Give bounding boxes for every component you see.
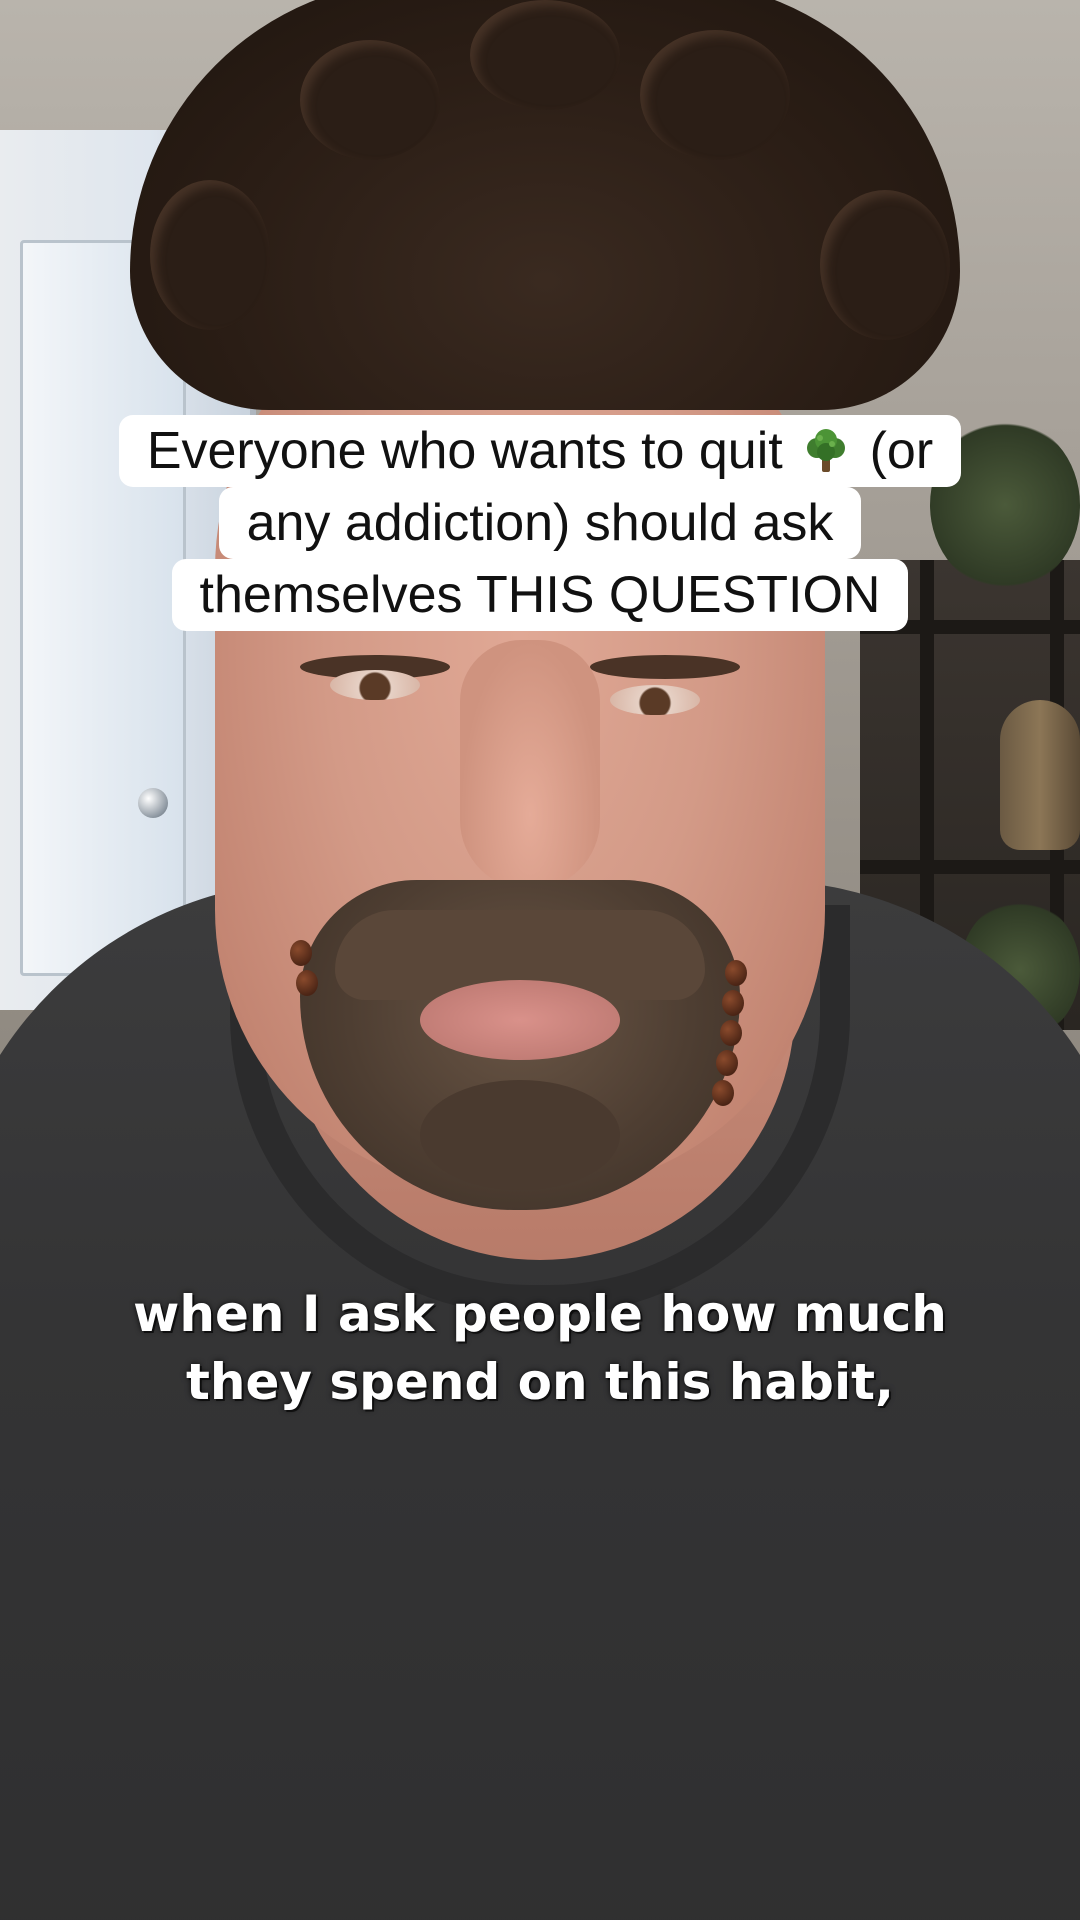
person-nose [460, 640, 600, 890]
necklace-bead [296, 970, 318, 996]
hair-curl [300, 40, 440, 160]
overlay-title: Everyone who wants to quit (or any addic… [0, 415, 1080, 631]
necklace-bead [712, 1080, 734, 1106]
broccoli-tree-icon [807, 429, 846, 472]
necklace-bead [720, 1020, 742, 1046]
title-line-1: Everyone who wants to quit (or [118, 415, 962, 487]
person-chin-beard [420, 1080, 620, 1190]
necklace-bead [290, 940, 312, 966]
title-line-2: any addiction) should ask [218, 487, 862, 559]
title-line-3: themselves THIS QUESTION [171, 559, 909, 631]
background-vase [1000, 700, 1080, 850]
spoken-caption: when I ask people how much they spend on… [0, 1280, 1080, 1416]
necklace-bead [716, 1050, 738, 1076]
caption-line-2: they spend on this habit, [186, 1353, 894, 1411]
caption-line-1: when I ask people how much [133, 1285, 947, 1343]
video-frame[interactable]: Everyone who wants to quit (or any addic… [0, 0, 1080, 1920]
person-eye [610, 685, 700, 715]
person-lips [420, 980, 620, 1060]
door-knob [138, 788, 168, 818]
hair-curl [820, 190, 950, 340]
title-line-1-suffix: (or [855, 422, 934, 480]
necklace-bead [725, 960, 747, 986]
title-line-1-text: Everyone who wants to quit [146, 422, 798, 480]
necklace-bead [722, 990, 744, 1016]
person-eyebrow [590, 655, 740, 679]
shelf-board [860, 860, 1080, 874]
hair-curl [640, 30, 790, 160]
hair-curl [470, 0, 620, 110]
person-eye [330, 670, 420, 700]
hair-curl [150, 180, 270, 330]
